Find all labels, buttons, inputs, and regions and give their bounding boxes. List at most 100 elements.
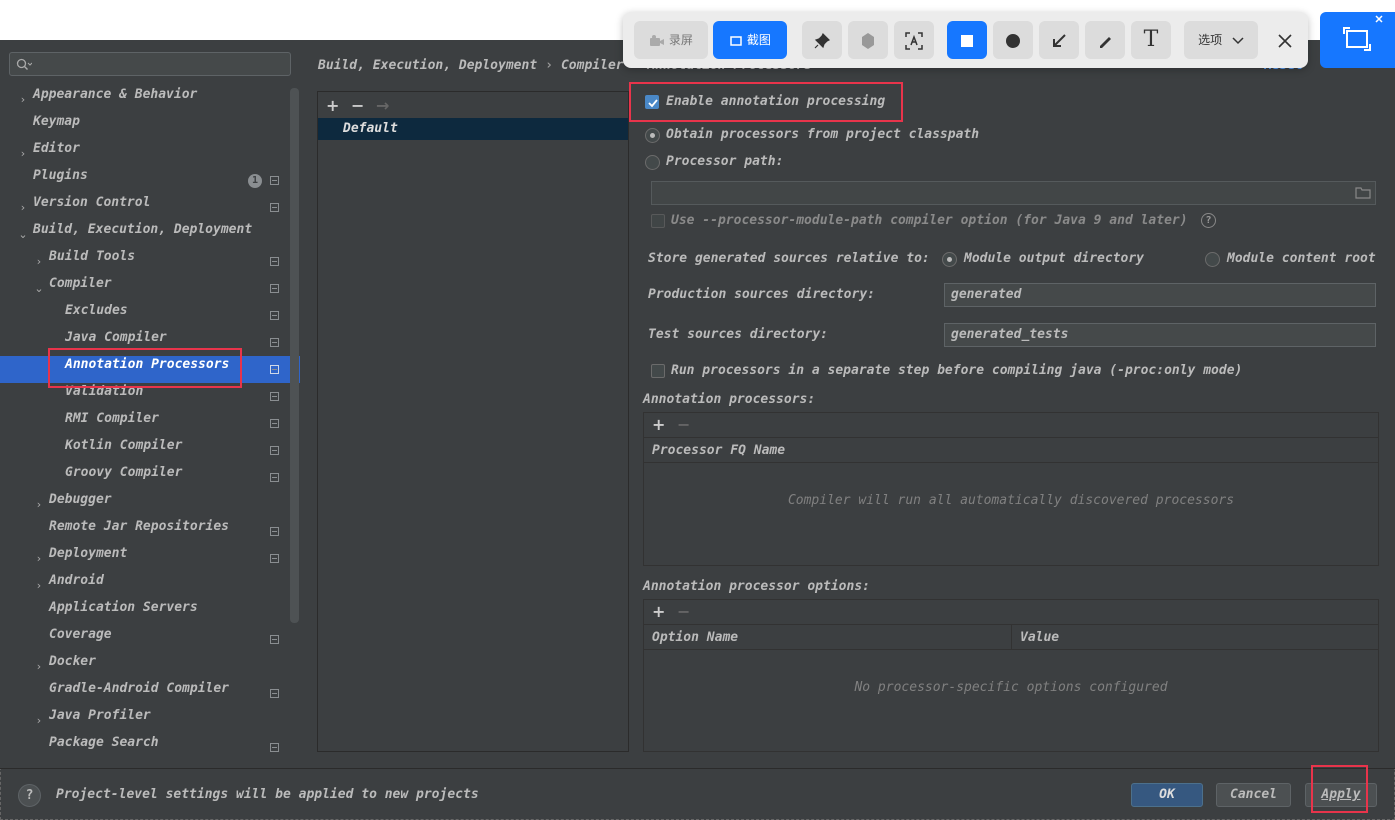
tree-item[interactable]: Package Search — [0, 734, 290, 761]
tree-item[interactable]: Application Servers — [0, 599, 290, 626]
ok-button[interactable]: OK — [1131, 783, 1203, 807]
options-label: 选项 — [1198, 33, 1223, 47]
move-profile-button[interactable]: → — [376, 96, 389, 115]
tree-item[interactable]: Plugins 1 — [0, 167, 290, 194]
project-scope-icon — [270, 527, 279, 536]
cancel-button[interactable]: Cancel — [1216, 783, 1291, 807]
tree-item[interactable]: Groovy Compiler — [0, 464, 290, 491]
project-scope-icon — [270, 743, 279, 752]
module-output-label: Module output directory — [964, 251, 1145, 266]
arrow-icon — [1053, 33, 1066, 47]
options-dropdown[interactable]: 选项 — [1184, 21, 1258, 59]
tree-item[interactable]: › Version Control — [0, 194, 290, 221]
chevron-right-icon[interactable]: › — [17, 194, 29, 221]
search-input[interactable] — [9, 52, 291, 76]
chevron-right-icon[interactable]: › — [17, 140, 29, 167]
tree-item-label: Excludes — [65, 303, 128, 318]
tree-item-label: Appearance & Behavior — [33, 87, 198, 102]
breadcrumb-item[interactable]: Build, Execution, Deployment — [318, 58, 537, 73]
chevron-right-icon[interactable]: › — [33, 707, 45, 734]
test-sources-label: Test sources directory: — [648, 327, 829, 342]
tree-item[interactable]: Kotlin Compiler — [0, 437, 290, 464]
remove-profile-button[interactable]: − — [351, 96, 364, 115]
add-processor-button[interactable]: + — [652, 415, 665, 434]
tree-item[interactable]: › Deployment — [0, 545, 290, 572]
search-icon — [16, 58, 32, 70]
value-header[interactable]: Value — [1012, 624, 1378, 650]
add-option-button[interactable]: + — [652, 602, 665, 621]
arrow-tool-button[interactable] — [1039, 21, 1079, 59]
tree-item[interactable]: RMI Compiler — [0, 410, 290, 437]
layer-button[interactable] — [848, 21, 888, 59]
pin-button[interactable] — [802, 21, 842, 59]
rectangle-tool-button[interactable] — [947, 21, 987, 59]
tree-item[interactable]: › Java Profiler — [0, 707, 290, 734]
test-sources-field[interactable]: generated_tests — [944, 323, 1376, 347]
remove-processor-button[interactable]: − — [677, 415, 690, 434]
obtain-processors-radio[interactable] — [645, 128, 660, 143]
chevron-right-icon[interactable]: › — [33, 572, 45, 599]
tree-item[interactable]: › Editor — [0, 140, 290, 167]
chevron-right-icon[interactable]: › — [33, 545, 45, 572]
tree-item-label: Deployment — [49, 546, 128, 561]
store-generated-label: Store generated sources relative to: — [648, 251, 930, 266]
tree-item-label: Android — [49, 573, 104, 588]
profiles-toolbar: + − → — [318, 92, 628, 118]
text-icon: T — [1143, 27, 1159, 52]
chevron-down-icon[interactable]: ⌄ — [33, 275, 45, 302]
chevron-right-icon[interactable]: › — [17, 86, 29, 113]
capture-area-indicator[interactable] — [1320, 12, 1395, 68]
project-scope-icon — [270, 203, 279, 212]
tree-item[interactable]: › Build Tools — [0, 248, 290, 275]
pen-tool-button[interactable] — [1085, 21, 1125, 59]
record-button[interactable]: 录屏 — [634, 21, 708, 59]
screenshot-button[interactable]: 截图 — [713, 21, 787, 59]
help-icon[interactable]: ? — [1201, 213, 1216, 228]
chevron-down-icon — [1232, 36, 1244, 44]
tree-item[interactable]: Remote Jar Repositories — [0, 518, 290, 545]
processor-path-field[interactable] — [651, 181, 1376, 205]
tree-item-label: Keymap — [33, 114, 80, 129]
module-content-radio[interactable] — [1205, 252, 1220, 267]
project-scope-icon — [270, 446, 279, 455]
tree-item[interactable]: ⌄ Compiler — [0, 275, 290, 302]
module-output-radio[interactable] — [942, 252, 957, 267]
tree-item[interactable]: › Docker — [0, 653, 290, 680]
highlight-box — [629, 82, 903, 122]
ocr-button[interactable] — [894, 21, 934, 59]
tree-item-label: Debugger — [49, 492, 112, 507]
module-path-checkbox[interactable] — [651, 214, 665, 228]
option-name-header[interactable]: Option Name — [644, 624, 1012, 650]
profile-default[interactable]: Default — [318, 118, 628, 140]
remove-option-button[interactable]: − — [677, 602, 690, 621]
tree-item-label: Kotlin Compiler — [65, 438, 183, 453]
close-capture-button[interactable] — [1267, 21, 1303, 59]
tree-item[interactable]: › Debugger — [0, 491, 290, 518]
tree-item[interactable]: › Appearance & Behavior — [0, 86, 290, 113]
project-scope-icon — [270, 554, 279, 563]
capture-toolbar: 录屏 截图 T 选项 — [623, 12, 1308, 68]
chevron-down-icon[interactable]: ⌄ — [17, 221, 29, 248]
text-tool-button[interactable]: T — [1131, 21, 1171, 59]
tree-item[interactable]: Coverage — [0, 626, 290, 653]
breadcrumb-item[interactable]: Compiler — [561, 58, 624, 73]
project-scope-icon — [270, 365, 279, 374]
help-button[interactable]: ? — [18, 784, 41, 807]
ellipse-tool-button[interactable] — [993, 21, 1033, 59]
processor-path-radio[interactable] — [645, 155, 660, 170]
add-profile-button[interactable]: + — [326, 96, 339, 115]
sidebar-scrollbar[interactable] — [290, 88, 299, 623]
processor-fq-name-header[interactable]: Processor FQ Name — [644, 437, 1378, 463]
tree-item[interactable]: ⌄ Build, Execution, Deployment — [0, 221, 290, 248]
production-sources-field[interactable]: generated — [944, 283, 1376, 307]
tree-item[interactable]: Gradle-Android Compiler — [0, 680, 290, 707]
chevron-right-icon[interactable]: › — [33, 653, 45, 680]
tree-item[interactable]: Excludes — [0, 302, 290, 329]
chevron-right-icon[interactable]: › — [33, 248, 45, 275]
tree-item[interactable]: Keymap — [0, 113, 290, 140]
options-table: + − Option Name Value No processor-speci… — [643, 599, 1379, 752]
tree-item[interactable]: › Android — [0, 572, 290, 599]
chevron-right-icon[interactable]: › — [33, 491, 45, 518]
folder-icon[interactable] — [1355, 185, 1371, 203]
separate-step-checkbox[interactable] — [651, 364, 665, 378]
